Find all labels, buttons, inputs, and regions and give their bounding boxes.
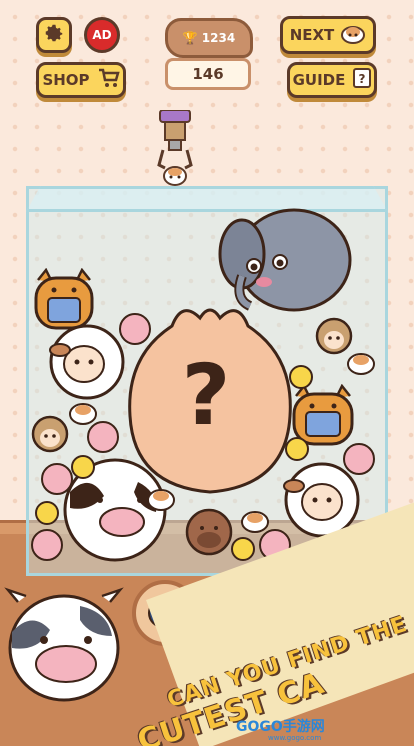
capybara-animal[interactable] — [184, 504, 234, 556]
shop-button[interactable]: SHOP — [36, 62, 126, 98]
trophy-icon: 🏆 — [182, 31, 198, 45]
shop-label: SHOP — [42, 71, 90, 89]
guide-button[interactable]: GUIDE ? — [287, 62, 377, 98]
book-icon: ? — [353, 68, 372, 92]
hamster-animal[interactable] — [240, 508, 270, 534]
watermark-url: www.gogo.com — [268, 734, 322, 742]
claw-grabber[interactable] — [155, 110, 195, 190]
score-value: 146 — [192, 65, 224, 83]
watermark-brand: GOGO手游网 — [236, 719, 325, 735]
trophy-plate: 🏆 1234 — [165, 18, 253, 58]
chick-animal[interactable] — [34, 500, 60, 526]
trophy-value: 1234 — [201, 31, 236, 45]
hamster-animal[interactable] — [68, 400, 98, 426]
next-button[interactable]: NEXT — [280, 16, 376, 54]
mystery-question-mark: ? — [181, 346, 231, 444]
guide-label: GUIDE — [292, 71, 346, 89]
pink-paw[interactable] — [30, 528, 64, 562]
no-ads-button[interactable]: AD — [84, 17, 120, 53]
no-ads-label: AD — [92, 28, 112, 42]
cow-mascot — [4, 587, 124, 702]
chick-animal[interactable] — [70, 454, 96, 480]
pink-paw[interactable] — [40, 462, 74, 496]
hamster-animal[interactable] — [346, 350, 376, 376]
next-label: NEXT — [289, 26, 335, 44]
svg-text:?: ? — [359, 72, 366, 86]
score-display: 146 — [165, 58, 251, 90]
settings-button[interactable] — [36, 17, 72, 53]
cart-icon — [98, 68, 120, 92]
pink-paw[interactable] — [342, 442, 376, 476]
hedgehog-animal[interactable] — [30, 414, 70, 454]
chick-animal[interactable] — [230, 536, 256, 562]
gear-icon — [43, 22, 65, 48]
hamster-icon — [340, 22, 366, 48]
